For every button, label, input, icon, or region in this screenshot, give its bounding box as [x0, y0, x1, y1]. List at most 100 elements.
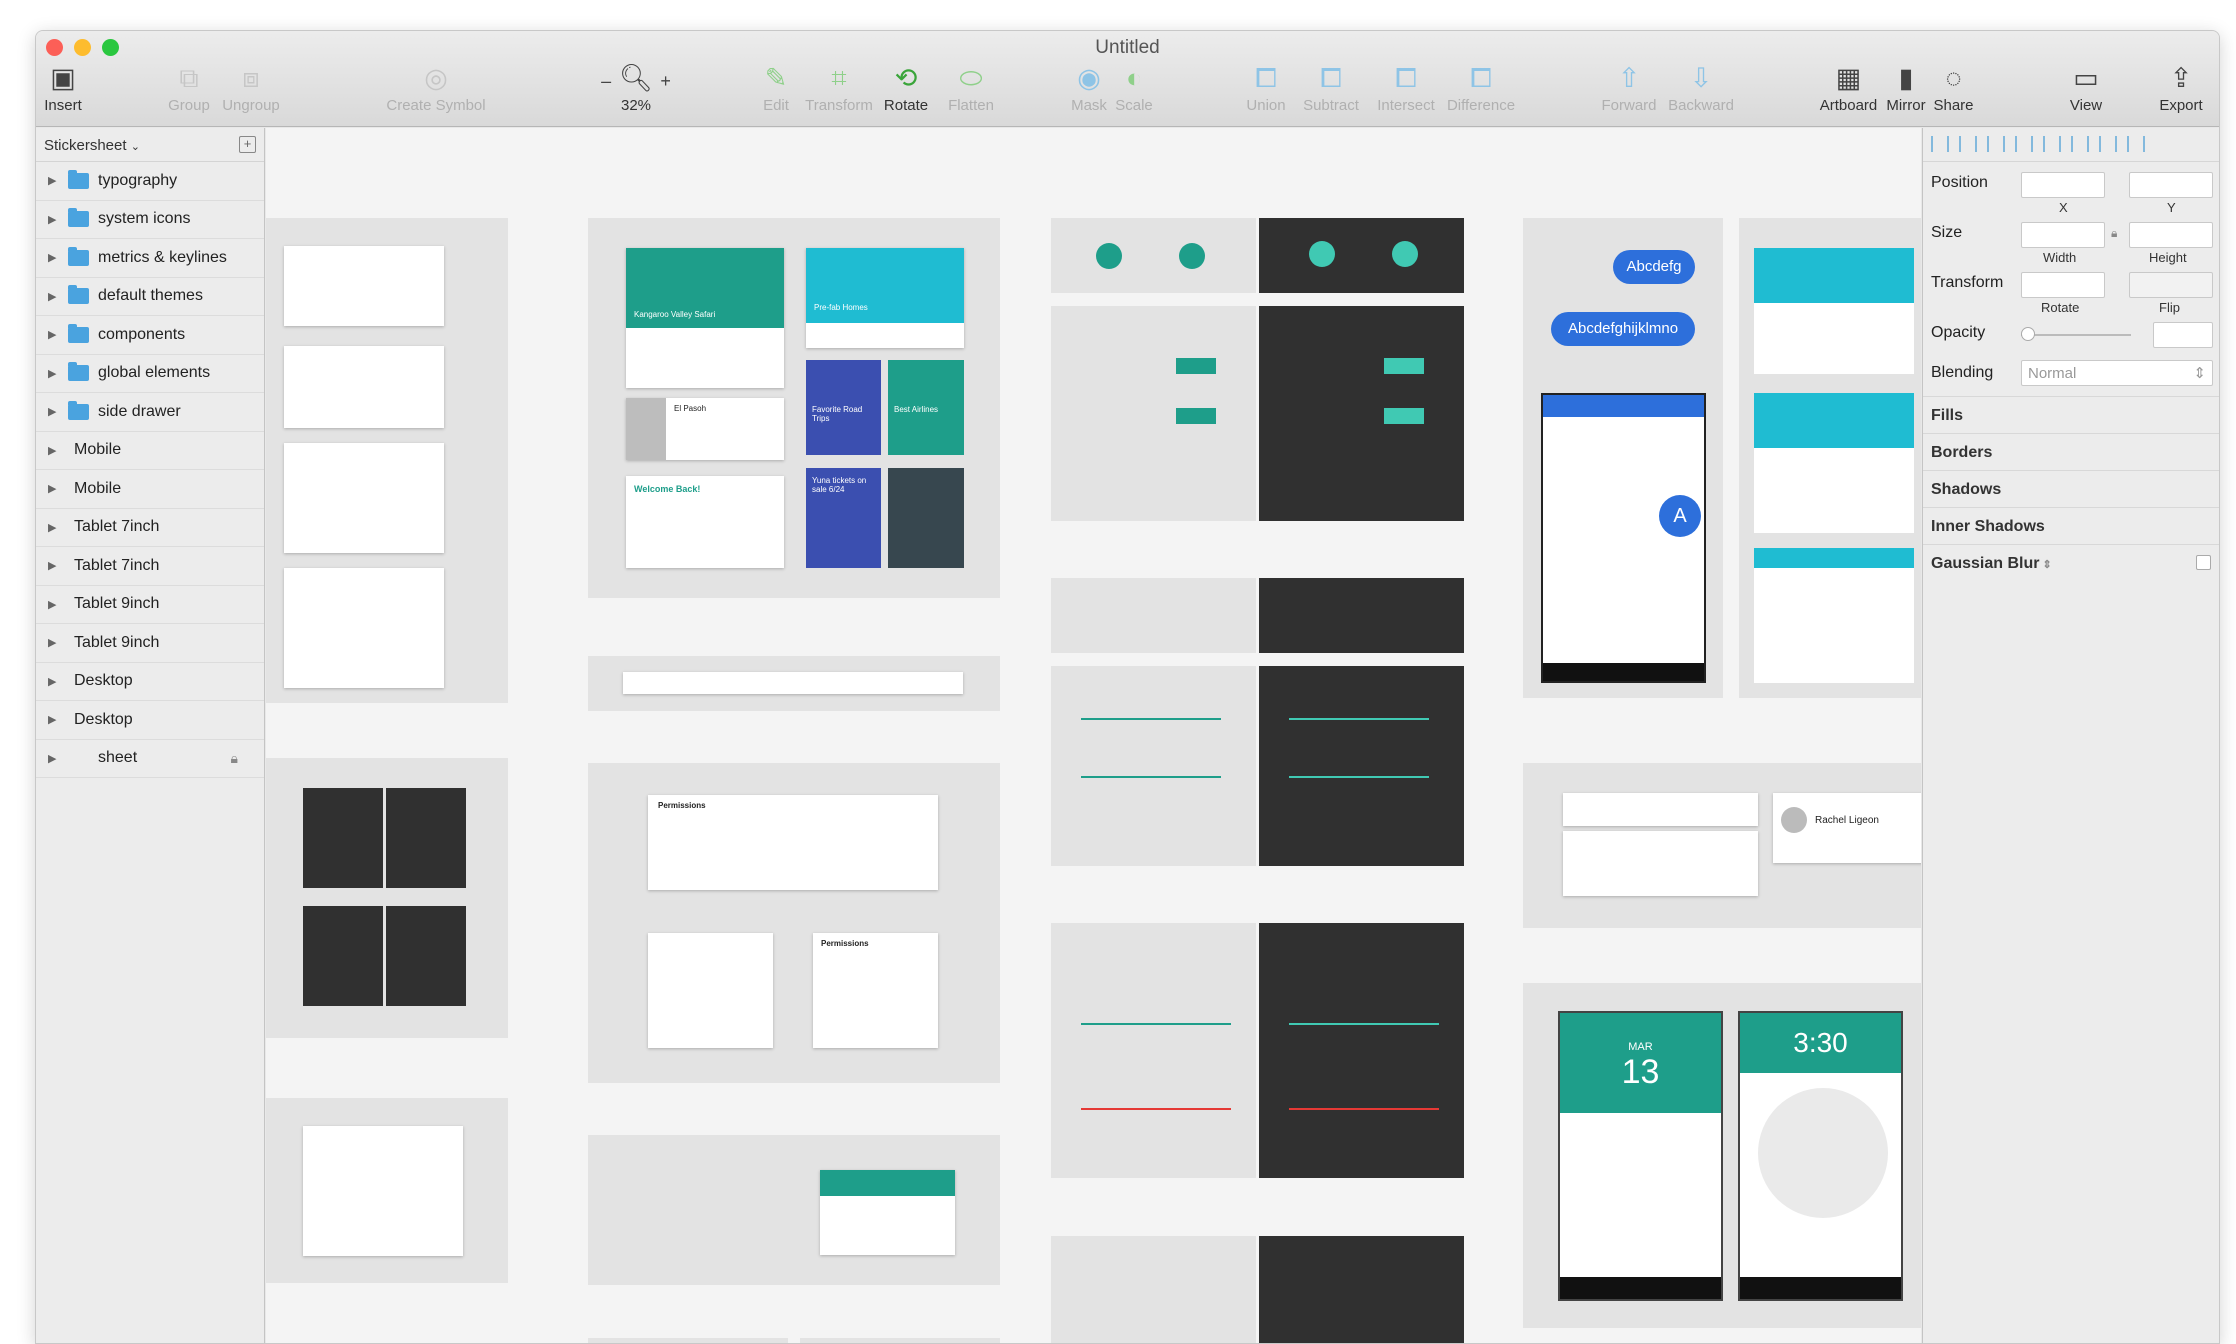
- artboard-sliders-dark[interactable]: [1259, 666, 1464, 866]
- layer-item[interactable]: ▶ Desktop: [36, 701, 264, 740]
- disclosure-triangle-icon[interactable]: ▶: [48, 444, 62, 457]
- add-page-icon[interactable]: +: [239, 136, 256, 153]
- artboard-textfields-dark[interactable]: [1259, 923, 1464, 1178]
- disclosure-triangle-icon[interactable]: ▶: [48, 675, 62, 688]
- layer-item[interactable]: ▶ Tablet 7inch: [36, 547, 264, 586]
- transform-button[interactable]: ⌗ Transform: [799, 61, 879, 114]
- artboard-grid[interactable]: [266, 758, 508, 1038]
- position-x-input[interactable]: [2021, 172, 2105, 198]
- artboard-toolbar[interactable]: [588, 656, 1000, 711]
- artboard-chips[interactable]: [588, 1135, 1000, 1285]
- align-left-icon[interactable]: [1931, 136, 1949, 152]
- chevron-updown-icon[interactable]: ⇕: [2039, 559, 2052, 571]
- canvas[interactable]: Kangaroo Valley Safari Pre-fab Homes El …: [266, 128, 1921, 1343]
- subtract-button[interactable]: ⧠ Subtract: [1296, 61, 1366, 114]
- artboard-chat[interactable]: Abcdefg Abcdefghijklmno A: [1523, 218, 1723, 698]
- align-right-icon[interactable]: [1987, 136, 2005, 152]
- disclosure-triangle-icon[interactable]: ▶: [48, 713, 62, 726]
- height-input[interactable]: [2129, 222, 2213, 248]
- artboard-fab-light[interactable]: [1051, 218, 1256, 293]
- zoom-in-button[interactable]: +: [660, 71, 671, 91]
- union-button[interactable]: ⧠ Union: [1236, 61, 1296, 114]
- artboard-textarea-light[interactable]: [1051, 1236, 1256, 1343]
- flip-buttons[interactable]: [2129, 272, 2213, 298]
- artboard-menu-2[interactable]: [588, 1338, 788, 1343]
- edit-button[interactable]: ✎ Edit: [746, 61, 806, 114]
- artboard-menu[interactable]: [266, 1098, 508, 1283]
- zoom-control[interactable]: – 🔍︎ + 32%: [596, 61, 676, 114]
- page-selector[interactable]: Stickersheet ⌄ +: [36, 128, 264, 162]
- gaussian-blur-checkbox[interactable]: [2196, 555, 2211, 570]
- align-bottom-icon[interactable]: [2071, 136, 2089, 152]
- layer-item[interactable]: ▶ metrics & keylines: [36, 239, 264, 278]
- inspector-section-inner-shadows[interactable]: Inner Shadows: [1923, 507, 2219, 544]
- artboard-fab-dark[interactable]: [1259, 218, 1464, 293]
- opacity-slider[interactable]: [2021, 334, 2131, 336]
- align-toolbar[interactable]: [1923, 128, 2219, 162]
- opacity-input[interactable]: [2153, 322, 2213, 348]
- disclosure-triangle-icon[interactable]: ▶: [48, 559, 62, 572]
- disclosure-triangle-icon[interactable]: ▶: [48, 213, 62, 226]
- inspector-section-borders[interactable]: Borders: [1923, 433, 2219, 470]
- artboard-cards[interactable]: Kangaroo Valley Safari Pre-fab Homes El …: [588, 218, 1000, 598]
- disclosure-triangle-icon[interactable]: ▶: [48, 598, 62, 611]
- artboard-pickers[interactable]: MAR 13 3:30: [1523, 983, 1921, 1328]
- share-button[interactable]: ◌ Share: [1926, 61, 1981, 114]
- layer-item[interactable]: ▶ Tablet 9inch: [36, 586, 264, 624]
- inspector-section-fills[interactable]: Fills: [1923, 396, 2219, 433]
- layer-item[interactable]: ▶ components: [36, 316, 264, 355]
- layer-item[interactable]: ▶ system icons: [36, 201, 264, 239]
- artboard-buttons-dark[interactable]: [1259, 306, 1464, 521]
- artboard-tabs[interactable]: [1739, 218, 1921, 698]
- view-button[interactable]: ▭ View: [2056, 61, 2116, 114]
- layer-item[interactable]: ▶ sheet 🔒︎: [36, 740, 264, 778]
- disclosure-triangle-icon[interactable]: ▶: [48, 290, 62, 303]
- insert-button[interactable]: ▣ Insert: [36, 61, 98, 114]
- create-symbol-button[interactable]: ◎ Create Symbol: [381, 61, 491, 114]
- artboard-notifications[interactable]: Rachel Ligeon: [1523, 763, 1921, 928]
- scale-button[interactable]: ◐ Scale: [1109, 61, 1159, 114]
- rotate-button[interactable]: ⟲ Rotate: [876, 61, 936, 114]
- inspector-section-shadows[interactable]: Shadows: [1923, 470, 2219, 507]
- artboard-button[interactable]: ▦ Artboard: [1811, 61, 1886, 114]
- blending-select[interactable]: Normal ⇕: [2021, 360, 2213, 386]
- artboard-sliders-light[interactable]: [1051, 666, 1256, 866]
- artboard-textfields-light[interactable]: [1051, 923, 1256, 1178]
- artboard-toggles-dark[interactable]: [1259, 578, 1464, 653]
- artboard-tooltips[interactable]: [800, 1338, 1000, 1343]
- layer-item[interactable]: ▶ Desktop: [36, 663, 264, 701]
- group-button[interactable]: ⧉ Group: [154, 61, 224, 114]
- artboard-lists[interactable]: [266, 218, 508, 703]
- distribute-icon[interactable]: [2099, 136, 2117, 152]
- layer-item[interactable]: ▶ typography: [36, 162, 264, 201]
- backward-button[interactable]: ⇩ Backward: [1661, 61, 1741, 114]
- layer-item[interactable]: ▶ Tablet 9inch: [36, 624, 264, 663]
- disclosure-triangle-icon[interactable]: ▶: [48, 636, 62, 649]
- intersect-button[interactable]: ⧠ Intersect: [1366, 61, 1446, 114]
- disclosure-triangle-icon[interactable]: ▶: [48, 174, 62, 187]
- width-input[interactable]: [2021, 222, 2105, 248]
- layer-item[interactable]: ▶ global elements: [36, 355, 264, 393]
- difference-button[interactable]: ⧠ Difference: [1441, 61, 1521, 114]
- artboard-buttons-light[interactable]: [1051, 306, 1256, 521]
- forward-button[interactable]: ⇧ Forward: [1594, 61, 1664, 114]
- mask-button[interactable]: ◉ Mask: [1064, 61, 1114, 114]
- flatten-button[interactable]: ⬭ Flatten: [936, 61, 1006, 114]
- disclosure-triangle-icon[interactable]: ▶: [48, 328, 62, 341]
- disclosure-triangle-icon[interactable]: ▶: [48, 405, 62, 418]
- layer-item[interactable]: ▶ Mobile: [36, 470, 264, 509]
- layer-item[interactable]: ▶ Mobile: [36, 432, 264, 470]
- artboard-dialogs[interactable]: Permissions Permissions: [588, 763, 1000, 1083]
- align-top-icon[interactable]: [2015, 136, 2033, 152]
- align-center-icon[interactable]: [1959, 136, 1977, 152]
- disclosure-triangle-icon[interactable]: ▶: [48, 521, 62, 534]
- distribute-vertical-icon[interactable]: [2127, 136, 2145, 152]
- lock-icon[interactable]: 🔒︎: [231, 750, 238, 767]
- layer-item[interactable]: ▶ side drawer: [36, 393, 264, 432]
- position-y-input[interactable]: [2129, 172, 2213, 198]
- inspector-section-gaussian-blur[interactable]: Gaussian Blur ⇕: [1923, 544, 2219, 581]
- disclosure-triangle-icon[interactable]: ▶: [48, 251, 62, 264]
- export-button[interactable]: ⇪ Export: [2151, 61, 2211, 114]
- lock-icon[interactable]: 🔒︎: [2111, 226, 2117, 241]
- layer-item[interactable]: ▶ Tablet 7inch: [36, 509, 264, 547]
